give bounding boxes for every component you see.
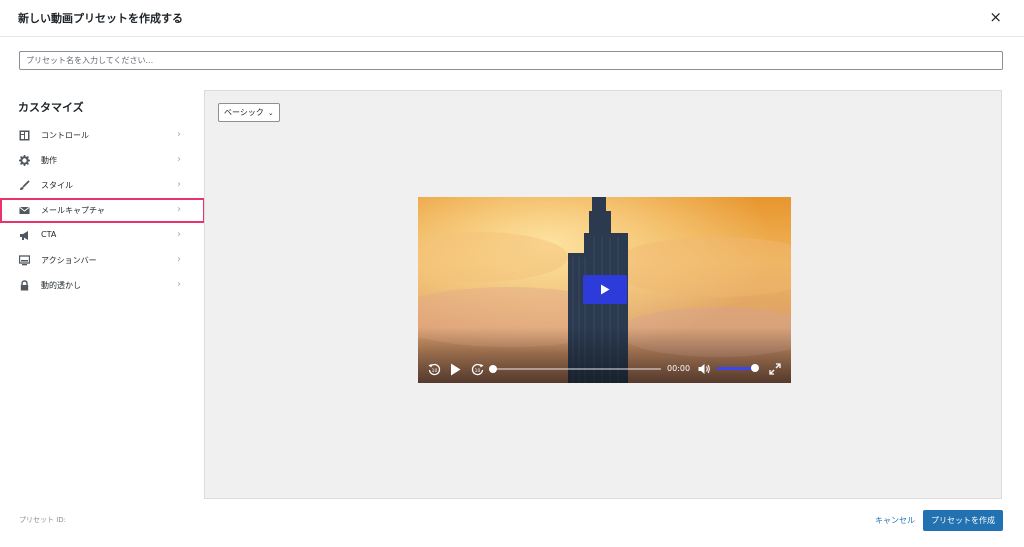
current-time: 00:00 (667, 364, 691, 373)
sidebar-item-label: 動作 (41, 156, 57, 165)
play-overlay-button[interactable] (583, 275, 627, 304)
preset-name-input[interactable] (19, 51, 1003, 70)
play-icon[interactable] (450, 363, 461, 376)
modal-title: 新しい動画プリセットを作成する (18, 12, 183, 25)
seek-handle[interactable] (489, 365, 497, 373)
sidebar-item-controls[interactable]: コントロール › (0, 123, 205, 148)
sidebar-menu: コントロール › 動作 › スタイル › メールキャプチャ › CTA › アク… (0, 123, 205, 298)
preset-modal: 新しい動画プリセットを作成する × カスタマイズ コントロール › 動作 › (0, 0, 1024, 547)
monitor-icon (19, 255, 30, 266)
seek-bar[interactable] (493, 368, 661, 370)
volume-handle[interactable] (751, 364, 759, 372)
brush-icon (19, 180, 30, 191)
sidebar-item-style[interactable]: スタイル › (0, 173, 205, 198)
rewind-10-icon[interactable]: 10 (428, 363, 441, 376)
gear-icon (19, 155, 30, 166)
modal-header: 新しい動画プリセットを作成する × (0, 0, 1024, 37)
chevron-down-icon: ⌄ (267, 108, 274, 117)
fullscreen-icon[interactable] (769, 363, 781, 375)
volume-icon[interactable] (698, 363, 711, 375)
controls-icon (19, 130, 30, 141)
create-preset-button[interactable]: プリセットを作成 (923, 510, 1003, 531)
svg-text:10: 10 (475, 368, 481, 374)
svg-text:10: 10 (432, 368, 438, 374)
play-icon (601, 284, 610, 295)
chevron-right-icon: › (177, 254, 181, 265)
sidebar-title: カスタマイズ (18, 101, 84, 114)
chevron-right-icon: › (177, 179, 181, 190)
sidebar-item-label: スタイル (41, 181, 73, 190)
chevron-right-icon: › (177, 204, 181, 215)
sidebar-item-behavior[interactable]: 動作 › (0, 148, 205, 173)
chevron-right-icon: › (177, 154, 181, 165)
video-player: 10 10 00:00 (418, 197, 791, 383)
preview-area: ベーシック ⌄ 10 10 00:00 (204, 90, 1002, 499)
close-icon[interactable]: × (989, 9, 1002, 25)
sidebar-item-label: コントロール (41, 131, 89, 140)
sidebar-item-label: メールキャプチャ (41, 206, 105, 215)
player-controls: 10 10 00:00 (418, 357, 791, 383)
chevron-right-icon: › (177, 129, 181, 140)
forward-10-icon[interactable]: 10 (471, 363, 484, 376)
chevron-right-icon: › (177, 279, 181, 290)
megaphone-icon (19, 230, 30, 241)
preset-id-label: プリセット ID: (19, 516, 67, 524)
sidebar-item-email-capture[interactable]: メールキャプチャ › (0, 198, 205, 223)
sidebar-item-label: CTA (41, 230, 57, 239)
sidebar-item-label: アクションバー (41, 256, 97, 265)
lock-icon (19, 280, 30, 291)
preset-select-value: ベーシック (224, 108, 264, 117)
sidebar-item-cta[interactable]: CTA › (0, 223, 205, 248)
sidebar-item-label: 動的透かし (41, 281, 81, 290)
volume-slider[interactable] (717, 367, 755, 370)
sidebar-item-action-bar[interactable]: アクションバー › (0, 248, 205, 273)
preset-style-select[interactable]: ベーシック ⌄ (218, 103, 280, 122)
envelope-icon (19, 205, 30, 216)
sidebar-item-watermark[interactable]: 動的透かし › (0, 273, 205, 298)
cancel-button[interactable]: キャンセル (875, 515, 915, 526)
chevron-right-icon: › (177, 229, 181, 240)
